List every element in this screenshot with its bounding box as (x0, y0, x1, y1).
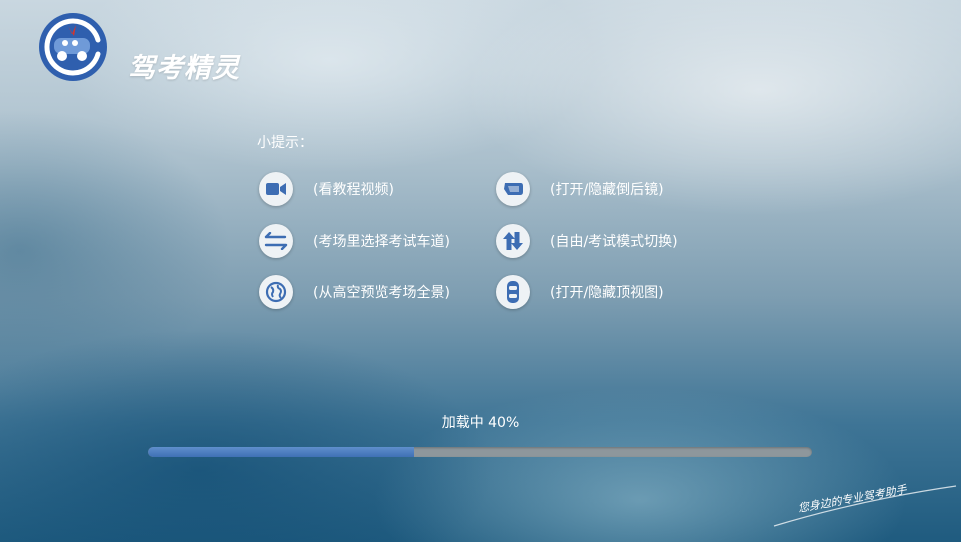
car-top-view-icon (496, 275, 530, 309)
video-camera-icon (259, 172, 293, 206)
tip-top-view[interactable]: (打开/隐藏顶视图) (496, 275, 664, 309)
car-mascot-logo-icon (39, 13, 107, 81)
tip-rear-mirror[interactable]: (打开/隐藏倒后镜) (496, 172, 664, 206)
tip-label: (打开/隐藏顶视图) (550, 285, 664, 301)
up-down-arrows-icon (496, 224, 530, 258)
app-name: 驾考精灵 (128, 53, 240, 84)
globe-icon (259, 275, 293, 309)
tip-label: (从高空预览考场全景) (313, 285, 450, 301)
loading-progress-bar (148, 447, 812, 457)
mirror-icon (496, 172, 530, 206)
tip-label: (打开/隐藏倒后镜) (550, 182, 664, 198)
tips-title: 小提示： (257, 135, 313, 151)
tip-mode-switch[interactable]: (自由/考试模式切换) (496, 224, 678, 258)
loading-progress-fill (148, 447, 414, 457)
tip-aerial-preview[interactable]: (从高空预览考场全景) (259, 275, 450, 309)
swap-lanes-icon (259, 224, 293, 258)
tip-label: (看教程视频) (313, 182, 394, 198)
tip-select-lane[interactable]: (考场里选择考试车道) (259, 224, 450, 258)
loading-status: 加载中 40% (441, 415, 520, 431)
tip-tutorial-video[interactable]: (看教程视频) (259, 172, 394, 206)
tip-label: (自由/考试模式切换) (550, 234, 678, 250)
tip-label: (考场里选择考试车道) (313, 234, 450, 250)
